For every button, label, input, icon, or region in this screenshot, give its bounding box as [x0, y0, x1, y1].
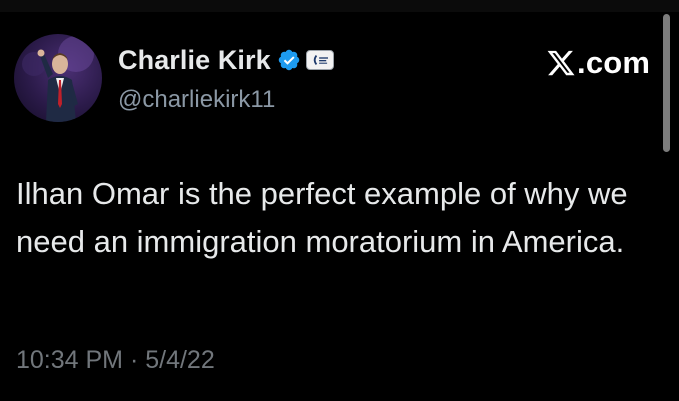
author-name-row: Charlie Kirk: [118, 44, 334, 76]
brand-domain-text: .com: [577, 45, 651, 80]
brand-logo[interactable]: .com: [546, 45, 650, 81]
tweet-time: 10:34 PM: [16, 346, 124, 374]
author-handle[interactable]: @charliekirk11: [118, 86, 275, 114]
scrollbar[interactable]: [663, 14, 670, 152]
timestamp-separator: ·: [123, 346, 146, 374]
avatar-photo: [22, 36, 94, 122]
top-bar: [0, 0, 679, 12]
tweet-date: 5/4/22: [145, 346, 215, 374]
verified-badge-icon: [277, 48, 301, 72]
tweet-timestamp[interactable]: 10:34 PM · 5/4/22: [16, 346, 215, 375]
affiliation-badge-icon[interactable]: [305, 50, 334, 70]
tweet-text: Ilhan Omar is the perfect example of why…: [16, 176, 628, 259]
author-display-name[interactable]: Charlie Kirk: [118, 45, 271, 76]
avatar[interactable]: [14, 34, 102, 122]
x-logo-icon: [546, 48, 576, 78]
